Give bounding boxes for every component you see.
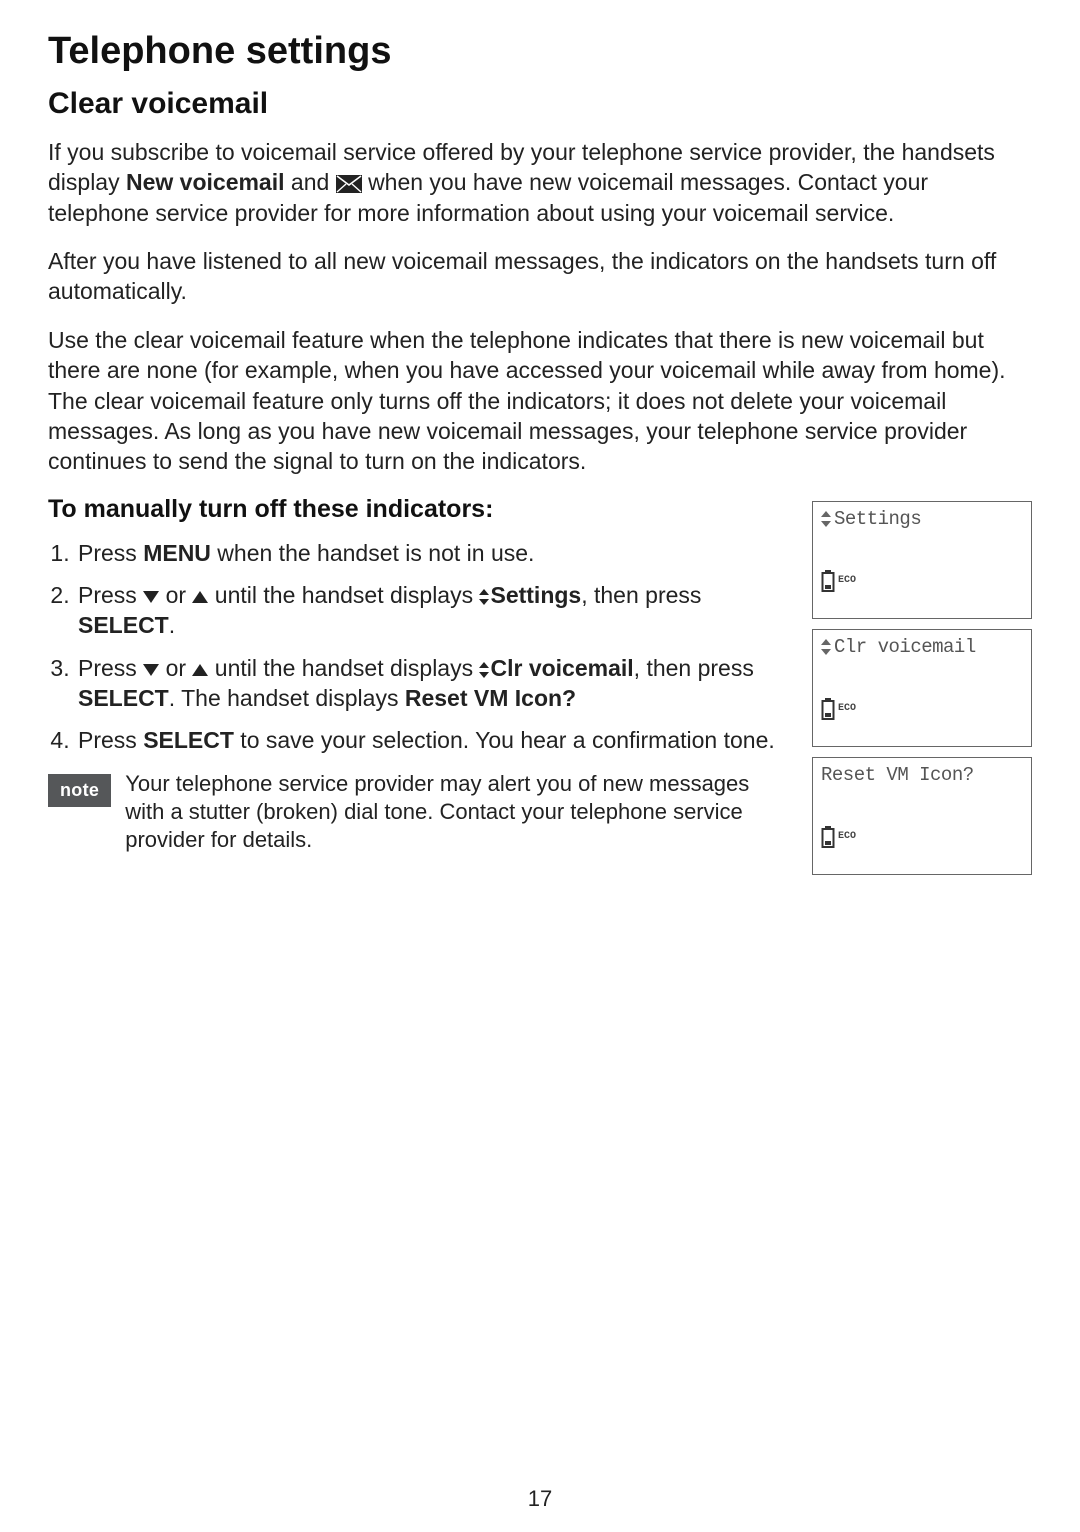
down-arrow-icon xyxy=(143,591,159,603)
eco-label: ECO xyxy=(838,831,856,842)
handset-screen-clr-voicemail: Clr voicemail ECO xyxy=(812,629,1032,747)
intro-paragraph-2: After you have listened to all new voice… xyxy=(48,246,1032,307)
manual-page: Telephone settings Clear voicemail If yo… xyxy=(0,0,1080,1532)
text: until the handset displays xyxy=(208,655,479,681)
up-arrow-icon xyxy=(192,664,208,676)
updown-icon xyxy=(821,640,832,654)
down-arrow-icon xyxy=(143,664,159,676)
step-2: Press or until the handset displays Sett… xyxy=(76,580,790,641)
text: until the handset displays xyxy=(208,582,479,608)
screen-line: Settings xyxy=(821,508,1023,530)
screen-text: Clr voicemail xyxy=(834,636,976,658)
step-1: Press MENU when the handset is not in us… xyxy=(76,538,790,568)
text: or xyxy=(159,582,192,608)
eco-label: ECO xyxy=(838,703,856,714)
updown-icon xyxy=(821,512,832,526)
text: or xyxy=(159,655,192,681)
select-key: SELECT xyxy=(143,727,234,753)
updown-icon xyxy=(479,590,490,604)
battery-icon xyxy=(821,826,835,848)
screen-previews-column: Settings ECO Clr voicemail xyxy=(812,495,1032,885)
screen-line: Clr voicemail xyxy=(821,636,1023,658)
up-arrow-icon xyxy=(192,591,208,603)
text: , then press xyxy=(634,655,754,681)
text: Press xyxy=(78,655,143,681)
intro-paragraph-3: Use the clear voicemail feature when the… xyxy=(48,325,1032,477)
intro-paragraph-1: If you subscribe to voicemail service of… xyxy=(48,137,1032,228)
text: Press xyxy=(78,727,143,753)
screen-status-row: ECO xyxy=(821,698,856,720)
note-badge: note xyxy=(48,774,111,807)
updown-icon xyxy=(479,663,490,677)
instructions-row: To manually turn off these indicators: P… xyxy=(48,495,1032,885)
select-key: SELECT xyxy=(78,685,169,711)
text: to save your selection. You hear a confi… xyxy=(234,727,775,753)
text: Press xyxy=(78,540,143,566)
text: Press xyxy=(78,582,143,608)
section-heading: Clear voicemail xyxy=(48,87,1032,121)
instructions-heading: To manually turn off these indicators: xyxy=(48,495,790,524)
step-3: Press or until the handset displays Clr … xyxy=(76,653,790,714)
screen-text: Reset VM Icon? xyxy=(821,764,974,786)
settings-label: Settings xyxy=(490,582,581,608)
page-number: 17 xyxy=(0,1486,1080,1512)
screen-text: Settings xyxy=(834,508,921,530)
note-text: Your telephone service provider may aler… xyxy=(125,770,790,854)
handset-screen-reset-vm: Reset VM Icon? ECO xyxy=(812,757,1032,875)
battery-icon xyxy=(821,698,835,720)
steps-list: Press MENU when the handset is not in us… xyxy=(48,538,790,756)
text: . The handset displays xyxy=(169,685,405,711)
battery-icon xyxy=(821,570,835,592)
select-key: SELECT xyxy=(78,612,169,638)
reset-vm-label: Reset VM Icon? xyxy=(405,685,576,711)
eco-label: ECO xyxy=(838,575,856,586)
text: . xyxy=(169,612,175,638)
menu-key: MENU xyxy=(143,540,211,566)
handset-screen-settings: Settings ECO xyxy=(812,501,1032,619)
page-title: Telephone settings xyxy=(48,30,1032,73)
text: , then press xyxy=(581,582,701,608)
screen-status-row: ECO xyxy=(821,826,856,848)
clr-voicemail-label: Clr voicemail xyxy=(490,655,633,681)
new-voicemail-label: New voicemail xyxy=(126,169,285,195)
text: when the handset is not in use. xyxy=(211,540,535,566)
step-4: Press SELECT to save your selection. You… xyxy=(76,725,790,755)
instructions-column: To manually turn off these indicators: P… xyxy=(48,495,790,855)
screen-line: Reset VM Icon? xyxy=(821,764,1023,786)
note-block: note Your telephone service provider may… xyxy=(48,770,790,854)
screen-status-row: ECO xyxy=(821,570,856,592)
text: and xyxy=(285,169,336,195)
voicemail-envelope-icon xyxy=(336,175,362,193)
